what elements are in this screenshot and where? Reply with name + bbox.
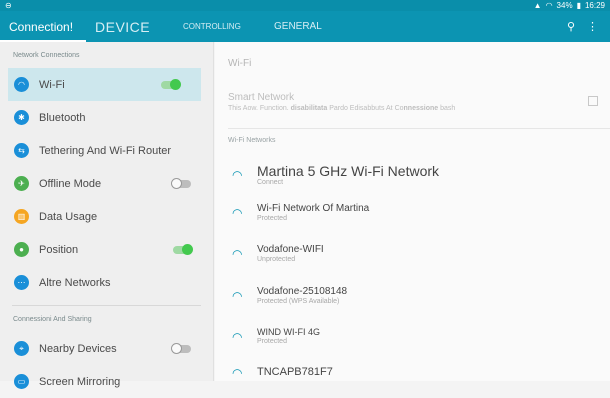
toggle-switch[interactable]: [171, 342, 191, 354]
network-name: WIND WI-FI 4G: [257, 327, 320, 337]
wifi-network-item[interactable]: ◠ WIND WI-FI 4G Protected: [232, 327, 320, 346]
section-connections-sharing: Connessioni And Sharing: [13, 316, 92, 323]
toggle-knob: [171, 342, 182, 354]
sidebar-item-label: Altre Networks: [39, 276, 111, 289]
sidebar-item-label: Nearby Devices: [39, 342, 117, 355]
settings-sidebar: Network Connections ◠ Wi-Fi ✱ Bluetooth ⇆ Tet…: [0, 42, 214, 389]
network-status: Connect: [257, 179, 284, 186]
location-icon: ●: [14, 242, 29, 257]
data-usage-icon: ▥: [14, 209, 29, 224]
sidebar-item-bluetooth[interactable]: ✱ Bluetooth: [0, 101, 213, 134]
toggle-knob: [182, 243, 193, 255]
battery-text: 34%: [556, 1, 573, 10]
wifi-signal-icon: ◠: [232, 289, 243, 303]
network-name: TNCAPB781F7: [257, 366, 333, 378]
network-name: Vodafone-25108148: [257, 286, 348, 297]
wifi-signal-icon: ◠: [232, 206, 243, 220]
wifi-status-icon: ◠: [545, 1, 553, 10]
sidebar-item-nearby-devices[interactable]: ⌖ Nearby Devices: [0, 332, 213, 365]
wifi-signal-icon: ◠: [232, 329, 243, 344]
wifi-icon: ◠: [14, 77, 29, 92]
tab-controlling[interactable]: CONTROLLING: [174, 11, 265, 42]
sidebar-item-label: Data Usage: [39, 210, 98, 223]
wifi-network-item[interactable]: ◠ Martina 5 GHz Wi-Fi Network Connect: [232, 164, 439, 186]
notification-icon: ⊖: [5, 1, 12, 10]
more-options-icon[interactable]: ⋮: [587, 20, 598, 33]
sidebar-item-label: Offline Mode: [39, 177, 102, 190]
network-name: Martina 5 GHz Wi-Fi Network: [257, 163, 440, 179]
network-name: Wi-Fi Network Of Martina: [257, 203, 370, 214]
toggle-knob: [170, 78, 181, 90]
smart-network-checkbox[interactable]: [588, 96, 598, 106]
wifi-network-item[interactable]: ◠ Vodafone-25108148 Protected (WPS Availab…: [232, 286, 348, 306]
signal-icon: ▲: [533, 1, 542, 10]
airplane-icon: ✈: [14, 176, 29, 191]
page-title: Wi-Fi: [228, 58, 252, 69]
network-status: Unprotected: [257, 256, 296, 263]
network-name: Vodafone-WIFI: [257, 244, 324, 255]
wifi-networks-heading: Wi-Fi Networks: [228, 137, 276, 144]
battery-icon: ▮: [576, 1, 581, 10]
tethering-icon: ⇆: [14, 143, 29, 158]
wifi-signal-icon: ◠: [232, 168, 243, 182]
search-icon[interactable]: ⚲: [567, 20, 575, 33]
wifi-network-item[interactable]: ◠ Vodafone-WIFI Unprotected: [232, 244, 324, 264]
sidebar-item-label: Bluetooth: [39, 111, 86, 124]
toggle-knob: [171, 177, 182, 189]
smart-network-label: Smart Network: [228, 92, 295, 103]
toggle-switch[interactable]: [161, 78, 181, 90]
network-status: Protected: [257, 338, 287, 345]
divider: [228, 128, 610, 129]
sidebar-item-altre-networks[interactable]: ⋯ Altre Networks: [0, 266, 213, 299]
sidebar-item-label: Screen Mirroring: [39, 375, 121, 388]
sidebar-item-data-usage[interactable]: ▥ Data Usage: [0, 200, 213, 233]
smart-network-description: This Aow. Function. disabilitata Pardo E…: [228, 105, 456, 112]
wifi-panel: Wi-Fi Smart Network This Aow. Function. …: [215, 42, 610, 381]
clock: 16:29: [584, 1, 605, 10]
wifi-network-item[interactable]: ◠ TNCAPB781F7: [232, 366, 333, 380]
sidebar-item-offline-mode[interactable]: ✈ Offline Mode: [0, 167, 213, 200]
wifi-network-item[interactable]: ◠ Wi-Fi Network Of Martina Protected: [232, 203, 370, 223]
settings-tab-bar: Connection! DEVICE CONTROLLING GENERAL ⚲…: [0, 11, 610, 42]
sidebar-item-label: Tethering And Wi-Fi Router: [39, 144, 172, 157]
more-networks-icon: ⋯: [14, 275, 29, 290]
tab-connections[interactable]: Connection!: [0, 11, 86, 42]
tab-device[interactable]: DEVICE: [86, 11, 174, 42]
network-status: Protected (WPS Available): [257, 298, 340, 305]
mirror-icon: ▭: [14, 374, 29, 389]
sidebar-item-label: Position: [39, 243, 79, 256]
network-status: Protected: [257, 215, 287, 222]
toggle-switch[interactable]: [171, 177, 191, 189]
sidebar-item-label: Wi-Fi: [39, 78, 65, 91]
tab-general[interactable]: GENERAL: [265, 11, 331, 42]
status-bar: ⊖ ▲ ◠ 34% ▮ 16:29: [0, 0, 610, 11]
sidebar-item-wi-fi[interactable]: ◠ Wi-Fi: [8, 68, 201, 101]
wifi-signal-icon: ◠: [232, 366, 243, 380]
wifi-signal-icon: ◠: [232, 247, 243, 261]
smart-network-setting[interactable]: Smart Network This Aow. Function. disabi…: [228, 92, 455, 112]
bluetooth-icon: ✱: [14, 110, 29, 125]
section-network-connections: Network Connections: [13, 52, 80, 59]
sidebar-item-tethering-and-wi-fi-router[interactable]: ⇆ Tethering And Wi-Fi Router: [0, 134, 213, 167]
sidebar-item-screen-mirroring[interactable]: ▭ Screen Mirroring: [0, 365, 213, 398]
sidebar-item-position[interactable]: ● Position: [0, 233, 213, 266]
toggle-switch[interactable]: [173, 243, 193, 255]
nearby-icon: ⌖: [14, 341, 29, 356]
